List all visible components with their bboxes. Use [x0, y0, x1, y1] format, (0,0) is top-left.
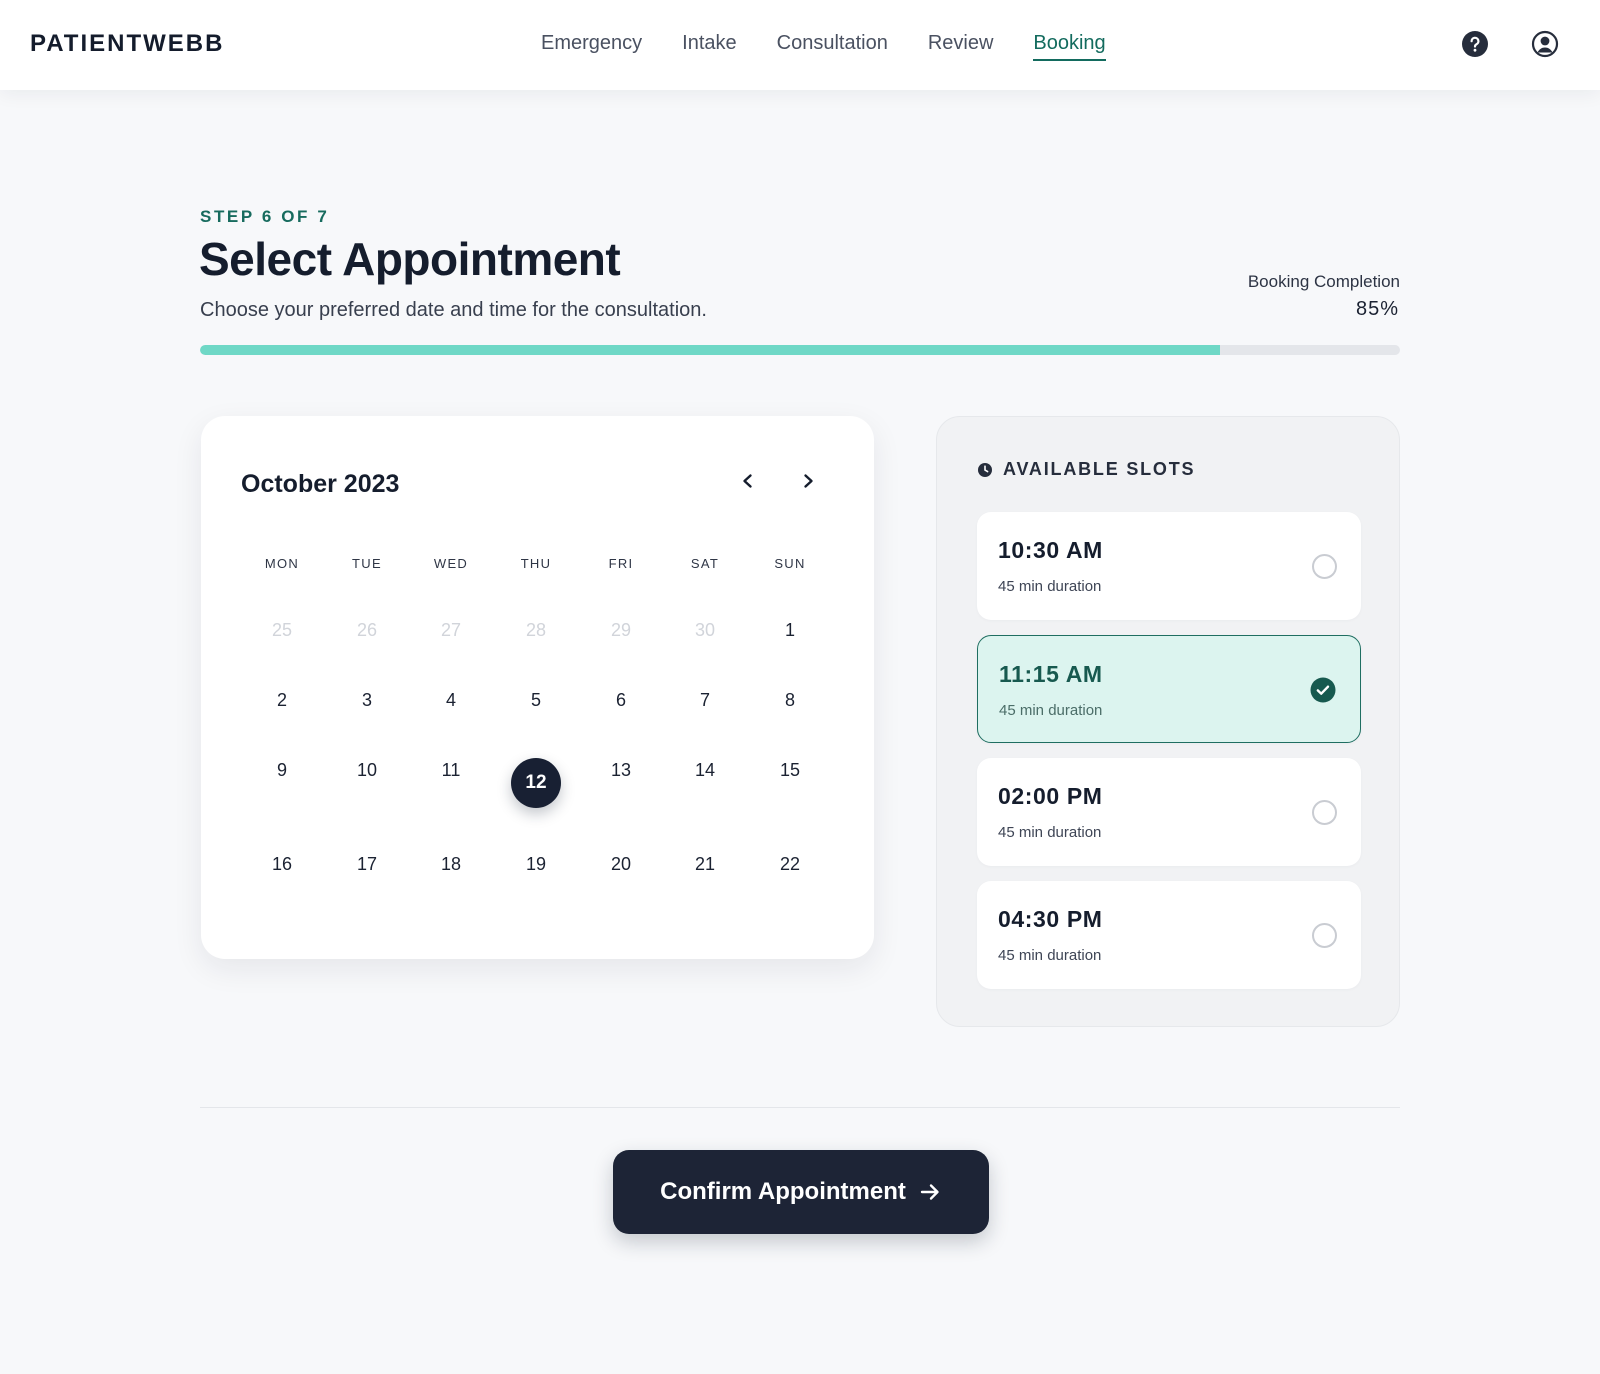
slot-radio[interactable]	[1312, 800, 1337, 825]
booking-progress-fill	[200, 345, 1220, 355]
calendar-day[interactable]: 20	[581, 854, 661, 875]
calendar-day[interactable]: 3	[327, 690, 407, 711]
calendar-day-outside-month: 25	[271, 620, 293, 640]
calendar-month-label: October 2023	[241, 470, 400, 498]
slot-radio[interactable]	[1312, 923, 1337, 948]
calendar-day-outside-month: 29	[610, 620, 632, 640]
calendar-day[interactable]: 6	[581, 690, 661, 711]
confirm-button-label: Confirm Appointment	[660, 1178, 906, 1205]
weekday-header: SAT	[690, 556, 720, 571]
calendar-day[interactable]: 10	[327, 760, 407, 781]
weekday-header: WED	[433, 556, 469, 571]
calendar-day[interactable]: 8	[750, 690, 830, 711]
calendar-day[interactable]: 5	[496, 690, 576, 711]
check-circle-icon[interactable]	[1310, 677, 1336, 703]
slots-heading-label: AVAILABLE SLOTS	[1003, 459, 1196, 479]
weekday-header: THU	[520, 556, 552, 571]
available-slots-panel: AVAILABLE SLOTS 10:30 AM 45 min duration…	[936, 416, 1400, 1027]
slot-option[interactable]: 02:00 PM 45 min duration	[977, 758, 1361, 866]
slot-option[interactable]: 10:30 AM 45 min duration	[977, 512, 1361, 620]
clock-icon	[978, 462, 992, 477]
calendar-day[interactable]: 7	[665, 690, 745, 711]
calendar-day[interactable]: 1	[750, 620, 830, 641]
slot-time: 10:30 AM	[998, 537, 1103, 563]
slot-time: 11:15 AM	[999, 661, 1103, 687]
calendar-day[interactable]: 22	[750, 854, 830, 875]
calendar-day[interactable]: 2	[242, 690, 322, 711]
calendar-day[interactable]: 13	[581, 760, 661, 781]
calendar-day-outside-month: 30	[694, 620, 716, 640]
weekday-header: MON	[264, 556, 300, 571]
slot-duration: 45 min duration	[999, 702, 1103, 719]
calendar-day[interactable]: 15	[750, 760, 830, 781]
slot-option-selected[interactable]: 11:15 AM 45 min duration	[977, 635, 1361, 743]
weekday-header: FRI	[608, 556, 634, 571]
nav-item-booking[interactable]: Booking	[1033, 32, 1106, 61]
calendar-day-outside-month: 28	[525, 620, 547, 640]
confirm-appointment-button[interactable]: Confirm Appointment	[613, 1150, 989, 1234]
page-title: Select Appointment	[199, 233, 621, 285]
calendar-day[interactable]: 14	[665, 760, 745, 781]
next-month-chevron-icon[interactable]	[794, 467, 822, 495]
user-account-icon[interactable]	[1531, 30, 1559, 58]
nav-item-consultation[interactable]: Consultation	[777, 32, 888, 61]
booking-progress-bar	[200, 345, 1400, 355]
calendar-day[interactable]: 16	[242, 854, 322, 875]
step-indicator: STEP 6 OF 7	[200, 207, 330, 226]
calendar-day[interactable]: 21	[665, 854, 745, 875]
slot-duration: 45 min duration	[998, 578, 1102, 595]
calendar-day[interactable]: 11	[411, 760, 491, 781]
weekday-header: TUE	[352, 556, 382, 571]
previous-month-chevron-icon[interactable]	[734, 467, 762, 495]
slot-time: 04:30 PM	[998, 906, 1103, 932]
completion-value: 85%	[1355, 298, 1399, 320]
arrow-right-icon	[920, 1184, 939, 1200]
weekday-header: SUN	[774, 556, 806, 571]
calendar-day-outside-month: 27	[440, 620, 462, 640]
calendar-day-outside-month: 26	[356, 620, 378, 640]
help-icon[interactable]	[1461, 30, 1489, 58]
main-nav: Emergency Intake Consultation Review Boo…	[541, 32, 1146, 61]
slot-radio[interactable]	[1312, 554, 1337, 579]
section-divider	[200, 1107, 1400, 1108]
slot-duration: 45 min duration	[998, 824, 1102, 841]
nav-item-review[interactable]: Review	[928, 32, 994, 61]
calendar-day[interactable]: 19	[496, 854, 576, 875]
page-subtitle: Choose your preferred date and time for …	[200, 299, 707, 321]
calendar-day[interactable]: 4	[411, 690, 491, 711]
slots-heading: AVAILABLE SLOTS	[977, 459, 1195, 480]
brand-logo[interactable]: PATIENTWEBB	[30, 30, 224, 58]
calendar-day[interactable]: 9	[242, 760, 322, 781]
calendar-day[interactable]: 18	[411, 854, 491, 875]
slot-option[interactable]: 04:30 PM 45 min duration	[977, 881, 1361, 989]
nav-item-intake[interactable]: Intake	[682, 32, 736, 61]
slot-duration: 45 min duration	[998, 947, 1102, 964]
top-navigation-bar: PATIENTWEBB Emergency Intake Consultatio…	[0, 0, 1600, 90]
calendar-day[interactable]: 17	[327, 854, 407, 875]
completion-label: Booking Completion	[1247, 272, 1400, 291]
nav-item-emergency[interactable]: Emergency	[541, 32, 642, 61]
slot-time: 02:00 PM	[998, 783, 1103, 809]
calendar-card: October 2023 MON TUE WED THU FRI SAT SUN 25 26 27…	[201, 416, 874, 959]
calendar-day-selected[interactable]: 12	[511, 758, 561, 808]
